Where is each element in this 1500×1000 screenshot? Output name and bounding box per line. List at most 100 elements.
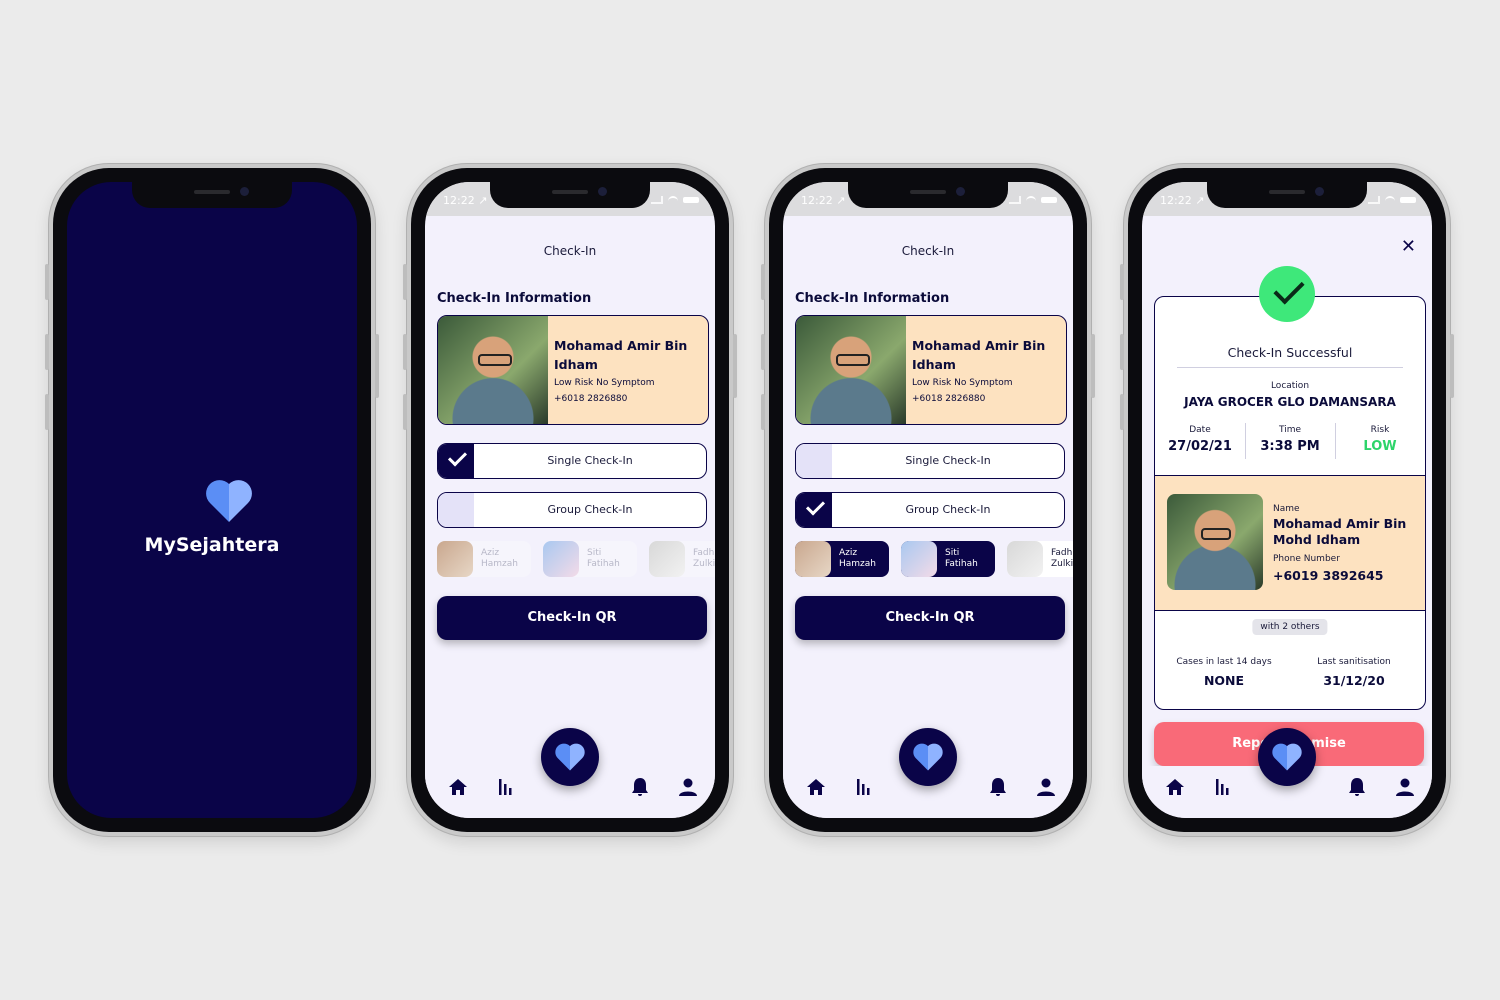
bottom-nav: [1142, 728, 1432, 818]
avatar: [1007, 541, 1043, 577]
person-card: Mohamad Amir Bin Idham Low Risk No Sympt…: [437, 315, 709, 425]
home-icon[interactable]: [1164, 776, 1186, 798]
person-phone: +6018 2826880: [554, 394, 628, 404]
avatar: [437, 541, 473, 577]
person-name: Mohamad Amir Bin Idham: [554, 338, 688, 372]
member-list: AzizHamzah SitiFatihah FadhlZulkifl: [795, 541, 1073, 579]
avatar: [543, 541, 579, 577]
page-title: Check-In: [901, 244, 955, 258]
heart-logo-icon: [206, 480, 252, 522]
bottom-nav: [783, 728, 1073, 818]
checkin-screen: 12:22 ↗ Check-In Check-In Information Mo…: [425, 182, 715, 818]
avatar: [1167, 494, 1263, 590]
mysejahtera-fab[interactable]: [1258, 728, 1316, 786]
person-card: Mohamad Amir Bin Idham Low Risk No Sympt…: [795, 315, 1067, 425]
checkin-qr-button[interactable]: Check-In QR: [795, 596, 1065, 640]
battery-icon: [683, 197, 699, 203]
phone-checkin-success: 12:22 ↗ ✕ Check-In Successful Location J…: [1120, 164, 1454, 836]
battery-icon: [1041, 197, 1057, 203]
person-phone: +6018 2826880: [912, 394, 986, 404]
mysejahtera-fab[interactable]: [899, 728, 957, 786]
wifi-icon: [1026, 196, 1036, 204]
section-title: Check-In Information: [437, 291, 592, 306]
notch: [132, 182, 292, 208]
single-checkbox[interactable]: [438, 444, 474, 478]
success-check-icon: [1259, 266, 1315, 322]
status-time: 12:22 ↗: [443, 194, 488, 207]
checkin-qr-button[interactable]: Check-In QR: [437, 596, 707, 640]
phone-group-checkin: 12:22 ↗ Check-In Check-In Information Mo…: [761, 164, 1095, 836]
splash-screen: MySejahtera: [67, 182, 357, 818]
success-screen: 12:22 ↗ ✕ Check-In Successful Location J…: [1142, 182, 1432, 818]
profile-icon[interactable]: [677, 776, 699, 798]
check-icon: [447, 447, 468, 467]
single-checkin-option[interactable]: Single Check-In: [795, 443, 1065, 479]
wifi-icon: [1385, 196, 1395, 204]
page-title: Check-In: [543, 244, 597, 258]
phone-single-checkin: 12:22 ↗ Check-In Check-In Information Mo…: [403, 164, 737, 836]
single-checkbox[interactable]: [796, 444, 832, 478]
person-panel: Name Mohamad Amir Bin Mohd Idham Phone N…: [1155, 475, 1425, 611]
avatar: [796, 316, 906, 424]
checkin-summary-card: Check-In Successful Location JAYA GROCER…: [1154, 296, 1426, 710]
checkin-screen: 12:22 ↗ Check-In Check-In Information Mo…: [783, 182, 1073, 818]
divider: [1177, 367, 1403, 368]
bell-icon[interactable]: [987, 776, 1009, 798]
member-chip[interactable]: Siti Fatihah: [901, 541, 995, 577]
stats-icon[interactable]: [1212, 776, 1234, 798]
member-list: AzizHamzah SitiFatihah FadhlZulkifl: [437, 541, 715, 579]
others-badge: with 2 others: [1252, 619, 1328, 635]
signal-icon: [1009, 196, 1021, 204]
single-checkin-option[interactable]: Single Check-In: [437, 443, 707, 479]
heart-icon: [913, 743, 943, 771]
home-icon[interactable]: [805, 776, 827, 798]
group-checkin-option[interactable]: Group Check-In: [795, 492, 1065, 528]
avatar: [438, 316, 548, 424]
avatar: [795, 541, 831, 577]
group-checkin-option[interactable]: Group Check-In: [437, 492, 707, 528]
risk-badge: LOW: [1363, 439, 1397, 454]
member-chip[interactable]: FadhlZulkifl: [649, 541, 715, 577]
check-icon: [805, 496, 826, 516]
profile-icon[interactable]: [1035, 776, 1057, 798]
mysejahtera-fab[interactable]: [541, 728, 599, 786]
person-phone: +6019 3892645: [1273, 568, 1384, 583]
close-icon[interactable]: ✕: [1401, 236, 1416, 257]
heart-icon: [1272, 743, 1302, 771]
signal-icon: [1368, 196, 1380, 204]
group-checkbox[interactable]: [438, 493, 474, 527]
location-value: JAYA GROCER GLO DAMANSARA: [1184, 395, 1396, 409]
person-name: Mohamad Amir Bin Mohd Idham: [1273, 516, 1407, 547]
status-time: 12:22 ↗: [801, 194, 846, 207]
stats-icon[interactable]: [853, 776, 875, 798]
group-checkbox[interactable]: [796, 493, 832, 527]
bell-icon[interactable]: [629, 776, 651, 798]
risk-field: Risk LOW: [1335, 425, 1425, 454]
avatar: [901, 541, 937, 577]
date-field: Date 27/02/21: [1168, 425, 1232, 454]
bottom-nav: [425, 728, 715, 818]
person-name: Mohamad Amir Bin Idham: [912, 338, 1046, 372]
home-icon[interactable]: [447, 776, 469, 798]
heart-icon: [555, 743, 585, 771]
section-title: Check-In Information: [795, 291, 950, 306]
avatar: [649, 541, 685, 577]
person-risk: Low Risk No Symptom: [912, 378, 1013, 388]
phone-splash: MySejahtera: [45, 164, 379, 836]
success-title: Check-In Successful: [1227, 345, 1353, 360]
member-chip[interactable]: FadhlZulkifl: [1007, 541, 1073, 577]
person-risk: Low Risk No Symptom: [554, 378, 655, 388]
member-chip[interactable]: Siti Fatihah: [543, 541, 637, 577]
status-time: 12:22 ↗: [1160, 194, 1205, 207]
sanitisation-field: Last sanitisation 31/12/20: [1317, 657, 1391, 688]
bell-icon[interactable]: [1346, 776, 1368, 798]
member-chip[interactable]: Aziz Hamzah: [795, 541, 889, 577]
wifi-icon: [668, 196, 678, 204]
signal-icon: [651, 196, 663, 204]
time-field: Time 3:38 PM: [1260, 425, 1320, 454]
app-name: MySejahtera: [144, 534, 280, 556]
battery-icon: [1400, 197, 1416, 203]
member-chip[interactable]: Aziz Hamzah: [437, 541, 531, 577]
stats-icon[interactable]: [495, 776, 517, 798]
profile-icon[interactable]: [1394, 776, 1416, 798]
